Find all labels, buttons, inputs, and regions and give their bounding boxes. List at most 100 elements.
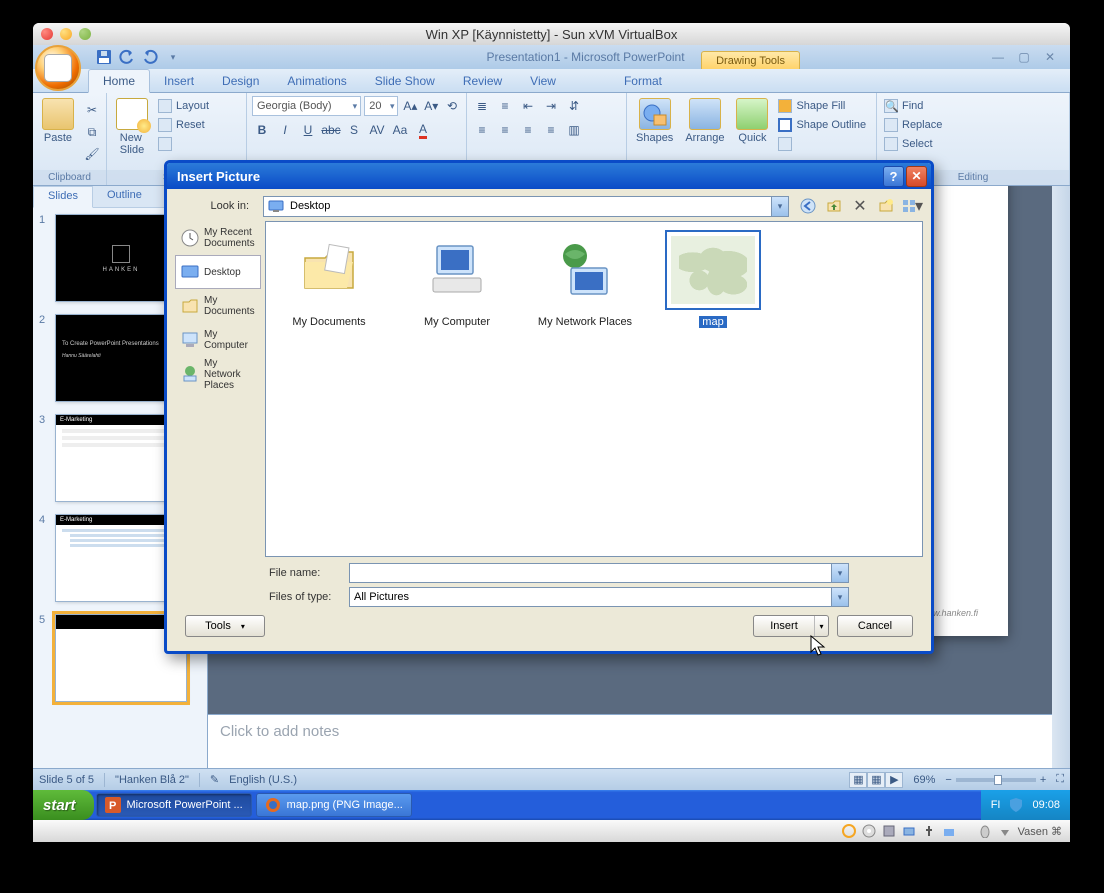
numbering-icon[interactable]: ≡ bbox=[495, 96, 515, 116]
select-button[interactable]: Select bbox=[882, 136, 935, 152]
indent-dec-icon[interactable]: ⇤ bbox=[518, 96, 538, 116]
font-color-icon[interactable]: A bbox=[413, 120, 433, 140]
file-name-input[interactable]: ▾ bbox=[349, 563, 849, 583]
tab-home[interactable]: Home bbox=[88, 69, 150, 93]
tab-slides-thumb[interactable]: Slides bbox=[33, 186, 93, 208]
copy-icon[interactable]: ⧉ bbox=[82, 122, 102, 142]
strike-button[interactable]: abc bbox=[321, 120, 341, 140]
zoom-out-icon[interactable]: − bbox=[945, 774, 951, 786]
normal-view-icon[interactable]: ▦ bbox=[849, 772, 867, 788]
dropdown-icon[interactable]: ▾ bbox=[831, 588, 848, 606]
paste-button[interactable]: Paste bbox=[38, 96, 78, 146]
dialog-titlebar[interactable]: Insert Picture ? ✕ bbox=[167, 163, 931, 189]
redo-icon[interactable] bbox=[140, 47, 160, 67]
shadow-button[interactable]: S bbox=[344, 120, 364, 140]
tab-insert[interactable]: Insert bbox=[150, 70, 208, 92]
format-painter-icon[interactable]: 🖌 bbox=[82, 144, 102, 164]
clear-format-icon[interactable]: ⟲ bbox=[443, 96, 461, 116]
place-mycomputer[interactable]: My Computer bbox=[175, 323, 261, 357]
tools-button[interactable]: Tools bbox=[185, 615, 265, 637]
insert-button[interactable]: Insert▾ bbox=[753, 615, 829, 637]
align-right-icon[interactable]: ≡ bbox=[518, 120, 538, 140]
taskbar-item-powerpoint[interactable]: PMicrosoft PowerPoint ... bbox=[96, 793, 252, 817]
notes-pane[interactable]: Click to add notes bbox=[208, 714, 1052, 768]
columns-icon[interactable]: ▥ bbox=[564, 120, 584, 140]
bold-button[interactable]: B bbox=[252, 120, 272, 140]
cancel-button[interactable]: Cancel bbox=[837, 615, 913, 637]
tray-lang[interactable]: FI bbox=[991, 799, 1001, 811]
place-recent[interactable]: My Recent Documents bbox=[175, 221, 261, 255]
shrink-font-icon[interactable]: A▾ bbox=[422, 96, 440, 116]
align-left-icon[interactable]: ≡ bbox=[472, 120, 492, 140]
undo-icon[interactable] bbox=[117, 47, 137, 67]
tab-format[interactable]: Format bbox=[610, 70, 676, 92]
dialog-close-button[interactable]: ✕ bbox=[906, 166, 927, 187]
file-mycomputer[interactable]: My Computer bbox=[402, 230, 512, 328]
file-list[interactable]: My Documents My Computer My Network Plac… bbox=[265, 221, 923, 557]
dropdown-icon[interactable]: ▾ bbox=[771, 197, 788, 216]
status-language[interactable]: English (U.S.) bbox=[229, 774, 297, 786]
grow-font-icon[interactable]: A▴ bbox=[401, 96, 419, 116]
views-icon[interactable]: ▾ bbox=[901, 195, 923, 217]
tab-review[interactable]: Review bbox=[449, 70, 516, 92]
font-size-combo[interactable]: 20 bbox=[364, 96, 398, 116]
dialog-help-button[interactable]: ? bbox=[883, 166, 904, 187]
files-of-type-combo[interactable]: All Pictures▾ bbox=[349, 587, 849, 607]
sorter-view-icon[interactable]: ▦ bbox=[867, 772, 885, 788]
save-icon[interactable] bbox=[94, 47, 114, 67]
font-name-combo[interactable]: Georgia (Body) bbox=[252, 96, 361, 116]
change-case-icon[interactable]: Aa bbox=[390, 120, 410, 140]
italic-button[interactable]: I bbox=[275, 120, 295, 140]
char-spacing-icon[interactable]: AV bbox=[367, 120, 387, 140]
file-map-image[interactable]: map bbox=[658, 230, 768, 328]
reset-button[interactable]: Reset bbox=[156, 117, 211, 133]
shapes-button[interactable]: Shapes bbox=[632, 96, 677, 146]
tray-clock[interactable]: 09:08 bbox=[1032, 799, 1060, 811]
zoom-percent[interactable]: 69% bbox=[913, 774, 935, 786]
file-mydocuments[interactable]: My Documents bbox=[274, 230, 384, 328]
shape-effects-button[interactable] bbox=[776, 136, 868, 152]
place-desktop[interactable]: Desktop bbox=[175, 255, 261, 289]
indent-inc-icon[interactable]: ⇥ bbox=[541, 96, 561, 116]
bullets-icon[interactable]: ≣ bbox=[472, 96, 492, 116]
delete-icon[interactable]: ✕ bbox=[849, 195, 871, 217]
office-button[interactable] bbox=[35, 45, 81, 91]
layout-button[interactable]: Layout bbox=[156, 98, 211, 114]
tab-outline[interactable]: Outline bbox=[93, 186, 156, 207]
find-button[interactable]: 🔍Find bbox=[882, 98, 925, 114]
zoom-slider[interactable] bbox=[956, 778, 1036, 782]
taskbar-item-firefox[interactable]: map.png (PNG Image... bbox=[256, 793, 412, 817]
back-icon[interactable] bbox=[797, 195, 819, 217]
minimize-icon[interactable]: — bbox=[988, 49, 1008, 65]
delete-button[interactable] bbox=[156, 136, 211, 152]
cut-icon[interactable]: ✂ bbox=[82, 100, 102, 120]
maximize-icon[interactable]: ▢ bbox=[1014, 49, 1034, 65]
quick-styles-button[interactable]: Quick bbox=[732, 96, 772, 146]
new-slide-button[interactable]: New Slide bbox=[112, 96, 152, 158]
line-spacing-icon[interactable]: ⇵ bbox=[564, 96, 584, 116]
dropdown-icon[interactable]: ▾ bbox=[831, 564, 848, 582]
tab-slideshow[interactable]: Slide Show bbox=[361, 70, 449, 92]
arrange-button[interactable]: Arrange bbox=[681, 96, 728, 146]
replace-button[interactable]: Replace bbox=[882, 117, 944, 133]
tab-view[interactable]: View bbox=[516, 70, 570, 92]
start-button[interactable]: start bbox=[33, 790, 94, 820]
status-proof-icon[interactable]: ✎ bbox=[210, 773, 219, 786]
up-folder-icon[interactable] bbox=[823, 195, 845, 217]
zoom-in-icon[interactable]: + bbox=[1040, 774, 1046, 786]
insert-split-icon[interactable]: ▾ bbox=[814, 616, 828, 636]
place-network[interactable]: My Network Places bbox=[175, 357, 261, 391]
tray-shield-icon[interactable] bbox=[1008, 797, 1024, 813]
qat-customize-icon[interactable]: ▾ bbox=[163, 47, 183, 67]
file-network-places[interactable]: My Network Places bbox=[530, 230, 640, 328]
slideshow-view-icon[interactable]: ▶ bbox=[885, 772, 903, 788]
shape-outline-button[interactable]: Shape Outline bbox=[776, 117, 868, 133]
underline-button[interactable]: U bbox=[298, 120, 318, 140]
place-mydocuments[interactable]: My Documents bbox=[175, 289, 261, 323]
lookin-combo[interactable]: Desktop ▾ bbox=[263, 196, 789, 217]
fit-window-icon[interactable]: ⛶ bbox=[1056, 773, 1064, 786]
vertical-scrollbar[interactable] bbox=[1052, 186, 1070, 768]
align-center-icon[interactable]: ≡ bbox=[495, 120, 515, 140]
tab-animations[interactable]: Animations bbox=[273, 70, 360, 92]
justify-icon[interactable]: ≡ bbox=[541, 120, 561, 140]
